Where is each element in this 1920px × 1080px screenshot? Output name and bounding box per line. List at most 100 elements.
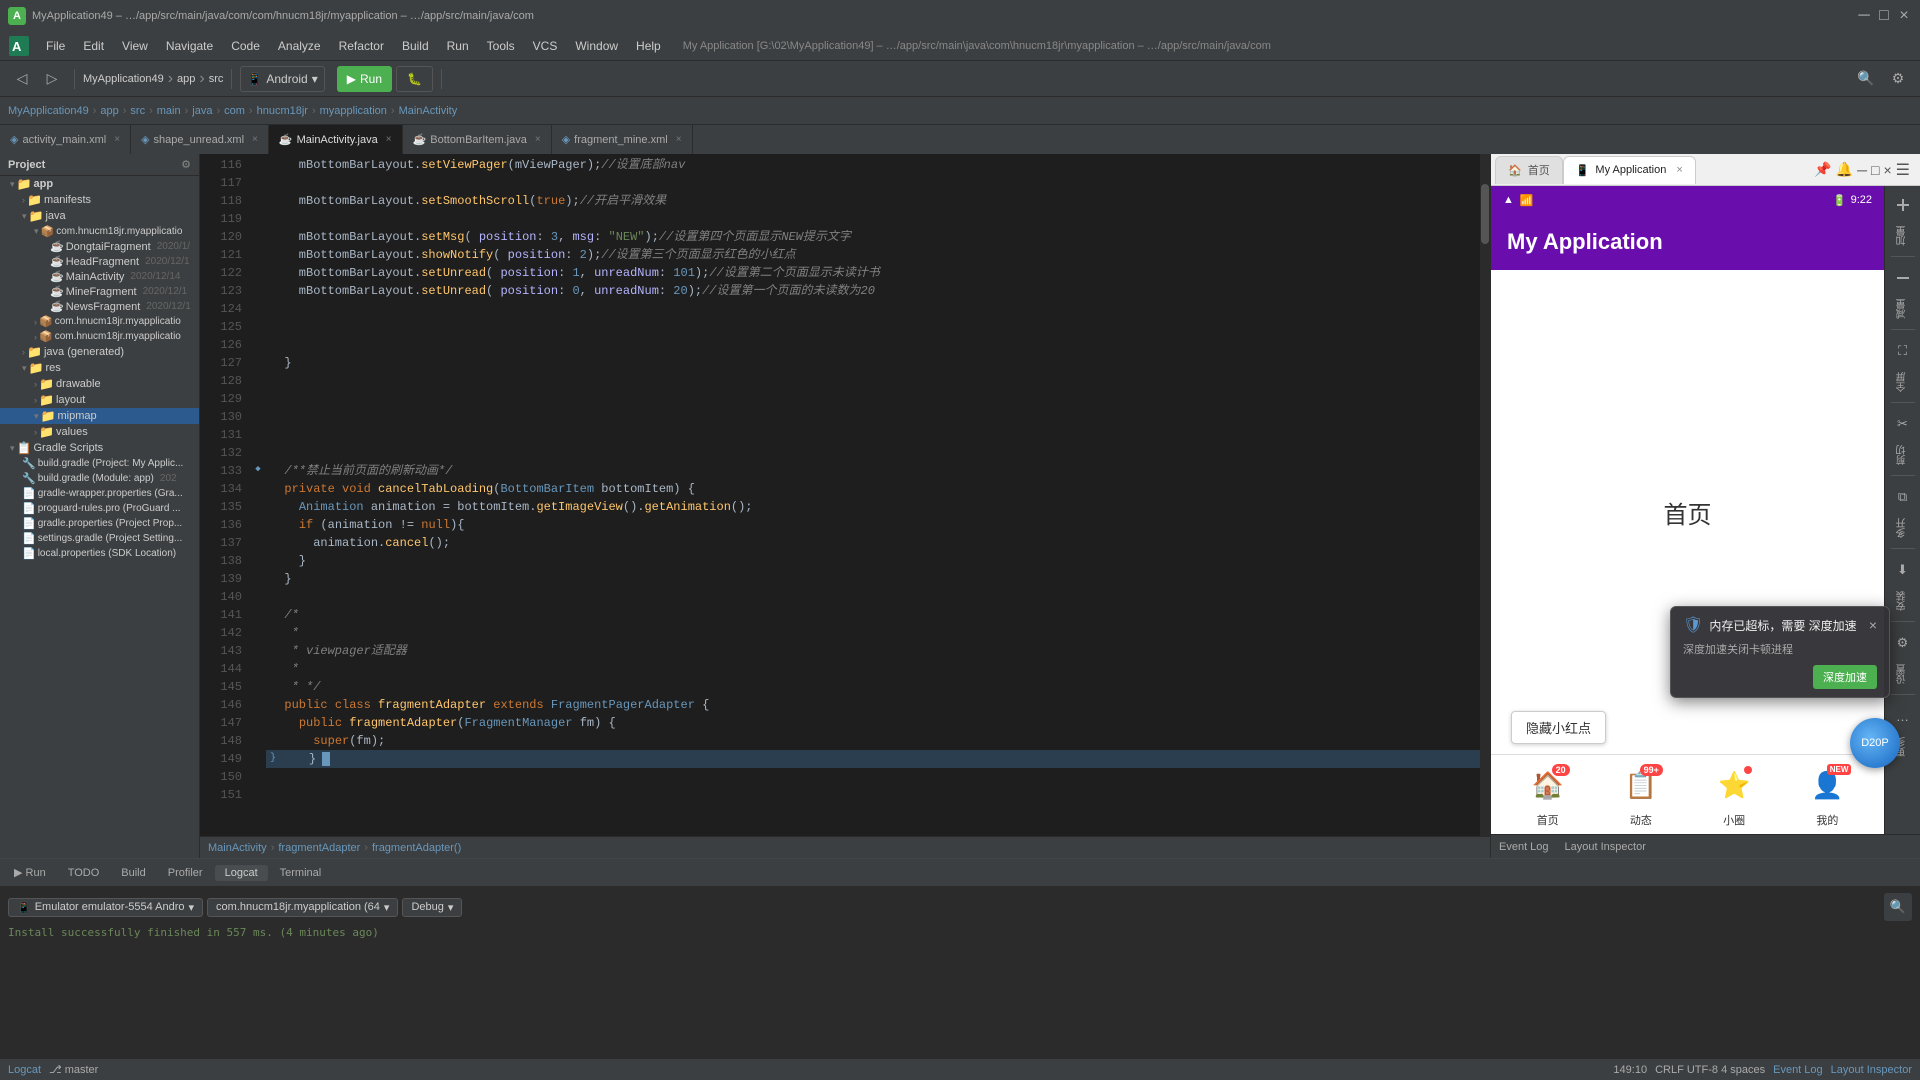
close-icon[interactable]: × — [252, 134, 258, 145]
nav-src[interactable]: src — [130, 105, 145, 117]
debug-button[interactable]: 🐛 — [396, 66, 433, 92]
nav-home[interactable]: 🏠 20 首页 — [1524, 762, 1572, 828]
menu-build[interactable]: Build — [394, 37, 437, 55]
tree-item-newsfragment[interactable]: ☕ NewsFragment 2020/12/1 — [0, 299, 199, 314]
bottom-tab-terminal[interactable]: Terminal — [270, 865, 332, 881]
tree-item-res[interactable]: ▾ 📁 res — [0, 360, 199, 376]
tool-install-button[interactable]: ⬇ — [1888, 555, 1918, 585]
tool-add-button[interactable] — [1888, 190, 1918, 220]
circle-scroll-button[interactable]: D20P — [1850, 718, 1900, 768]
tree-item-package-jr[interactable]: › 📦 com.hnucm18jr.myapplicatio — [0, 314, 199, 329]
tree-item-app[interactable]: ▾ 📁 app — [0, 176, 199, 192]
bottom-tab-logcat[interactable]: Logcat — [215, 865, 268, 881]
menu-help[interactable]: Help — [628, 37, 669, 55]
tree-item-gradle-scripts[interactable]: ▾ 📋 Gradle Scripts — [0, 440, 199, 456]
code-area[interactable]: 116117118119 120121122123 124125126127 1… — [200, 154, 1490, 858]
menu-navigate[interactable]: Navigate — [158, 37, 221, 55]
forward-button[interactable]: ▷ — [38, 65, 66, 93]
menu-view[interactable]: View — [114, 37, 156, 55]
close-icon[interactable]: × — [535, 134, 541, 145]
browser-maximize-button[interactable]: □ — [1871, 162, 1879, 178]
tree-item-headfragment[interactable]: ☕ HeadFragment 2020/12/1 — [0, 254, 199, 269]
search-everywhere-button[interactable]: 🔍 — [1852, 65, 1880, 93]
log-level-selector[interactable]: Debug ▾ — [402, 898, 462, 917]
emulator-selector[interactable]: 📱 Emulator emulator-5554 Andro ▾ — [8, 898, 203, 917]
bottom-tab-build[interactable]: Build — [111, 865, 155, 881]
tree-item-manifests[interactable]: › 📁 manifests — [0, 192, 199, 208]
browser-pin-button[interactable]: 📌 — [1814, 161, 1831, 178]
close-icon[interactable]: × — [386, 134, 392, 145]
browser-notification-button[interactable]: 🔔 — [1836, 161, 1853, 178]
nav-java[interactable]: java — [192, 105, 212, 117]
vertical-scrollbar[interactable] — [1480, 154, 1490, 836]
popup-close-button[interactable]: × — [1869, 617, 1877, 633]
menu-edit[interactable]: Edit — [75, 37, 112, 55]
bc-mainactivity[interactable]: MainActivity — [208, 842, 267, 854]
nav-mine[interactable]: 👤 NEW 我的 — [1803, 762, 1851, 828]
gear-icon[interactable]: ⚙ — [181, 158, 191, 171]
deep-accelerate-button[interactable]: 深度加速 — [1813, 665, 1877, 689]
tree-item-package-main[interactable]: ▾ 📦 com.hnucm18jr.myapplicatio — [0, 224, 199, 239]
settings-button[interactable]: ⚙ — [1884, 65, 1912, 93]
browser-minimize-button[interactable]: ─ — [1857, 162, 1867, 178]
tree-item-mainactivity[interactable]: ☕ MainActivity 2020/12/14 — [0, 269, 199, 284]
tree-item-layout[interactable]: › 📁 layout — [0, 392, 199, 408]
nav-project[interactable]: MyApplication49 — [8, 105, 89, 117]
back-button[interactable]: ◁ — [8, 65, 36, 93]
minimize-button[interactable]: ─ — [1856, 8, 1872, 24]
nav-main[interactable]: main — [157, 105, 181, 117]
nav-hnucm[interactable]: hnucm18jr — [257, 105, 308, 117]
nav-dongtai[interactable]: 📋 99+ 动态 — [1617, 762, 1665, 828]
close-icon[interactable]: × — [676, 134, 682, 145]
tree-item-dongtai[interactable]: ☕ DongtaiFragment 2020/1/ — [0, 239, 199, 254]
tab-activity-main-xml[interactable]: ◈ activity_main.xml × — [0, 125, 131, 155]
browser-sidebar-button[interactable]: ☰ — [1896, 160, 1910, 180]
event-log-link[interactable]: Event Log — [1773, 1064, 1823, 1076]
run-button[interactable]: ▶ Run — [337, 66, 392, 92]
browser-close-button[interactable]: × — [1883, 162, 1891, 178]
menu-refactor[interactable]: Refactor — [331, 37, 392, 55]
layout-inspector-link[interactable]: Layout Inspector — [1831, 1064, 1912, 1076]
scrollbar-thumb[interactable] — [1481, 184, 1489, 244]
logcat-label[interactable]: Logcat — [8, 1064, 41, 1076]
tool-cut-button[interactable]: ✂ — [1888, 409, 1918, 439]
right-panel-layout-inspector[interactable]: Layout Inspector — [1565, 841, 1646, 853]
hide-badge-button[interactable]: 隐藏小红点 — [1511, 711, 1606, 744]
menu-tools[interactable]: Tools — [479, 37, 523, 55]
tree-item-settings-gradle[interactable]: 📄 settings.gradle (Project Setting... — [0, 531, 199, 546]
tree-item-build-gradle-app[interactable]: 🔧 build.gradle (Module: app) 202 — [0, 471, 199, 486]
tree-item-gradle-props[interactable]: 📄 gradle.properties (Project Prop... — [0, 516, 199, 531]
tree-item-java-generated[interactable]: › 📁 java (generated) — [0, 344, 199, 360]
menu-file[interactable]: File — [38, 37, 73, 55]
tree-item-build-gradle-project[interactable]: 🔧 build.gradle (Project: My Applic... — [0, 456, 199, 471]
search-log-button[interactable]: 🔍 — [1884, 893, 1912, 921]
tree-item-mipmap[interactable]: ▾ 📁 mipmap — [0, 408, 199, 424]
tool-fullscreen-button[interactable]: ⛶ — [1888, 336, 1918, 366]
tool-minus-button[interactable] — [1888, 263, 1918, 293]
bc-fragmentadapter-ctor[interactable]: fragmentAdapter() — [372, 842, 461, 854]
tree-item-local-props[interactable]: 📄 local.properties (SDK Location) — [0, 546, 199, 561]
close-icon[interactable]: × — [114, 134, 120, 145]
right-panel-event-log[interactable]: Event Log — [1499, 841, 1549, 853]
code-text[interactable]: mBottomBarLayout.setViewPager(mViewPager… — [266, 154, 1480, 836]
tree-item-values[interactable]: › 📁 values — [0, 424, 199, 440]
nav-com[interactable]: com — [224, 105, 245, 117]
bottom-tab-run[interactable]: ▶ Run — [4, 864, 56, 881]
tab-shape-unread-xml[interactable]: ◈ shape_unread.xml × — [131, 125, 269, 155]
tree-item-proguard[interactable]: 📄 proguard-rules.pro (ProGuard ... — [0, 501, 199, 516]
bottom-tab-profiler[interactable]: Profiler — [158, 865, 213, 881]
tree-item-drawable[interactable]: › 📁 drawable — [0, 376, 199, 392]
browser-tab-home[interactable]: 🏠 首页 — [1495, 156, 1563, 184]
nav-xiaoquan[interactable]: ⭐ 小圈 — [1710, 762, 1758, 828]
nav-myapp[interactable]: myapplication — [320, 105, 387, 117]
menu-vcs[interactable]: VCS — [525, 37, 566, 55]
tree-item-minefragment[interactable]: ☕ MineFragment 2020/12/1 — [0, 284, 199, 299]
tool-settings-button[interactable]: ⚙ — [1888, 628, 1918, 658]
menu-analyze[interactable]: Analyze — [270, 37, 329, 55]
bottom-tab-todo[interactable]: TODO — [58, 865, 110, 881]
tree-item-gradle-wrapper[interactable]: 📄 gradle-wrapper.properties (Gra... — [0, 486, 199, 501]
tree-item-java[interactable]: ▾ 📁 java — [0, 208, 199, 224]
maximize-button[interactable]: □ — [1876, 8, 1892, 24]
close-icon[interactable]: × — [1676, 164, 1682, 176]
tool-multi-button[interactable]: ⧉ — [1888, 482, 1918, 512]
